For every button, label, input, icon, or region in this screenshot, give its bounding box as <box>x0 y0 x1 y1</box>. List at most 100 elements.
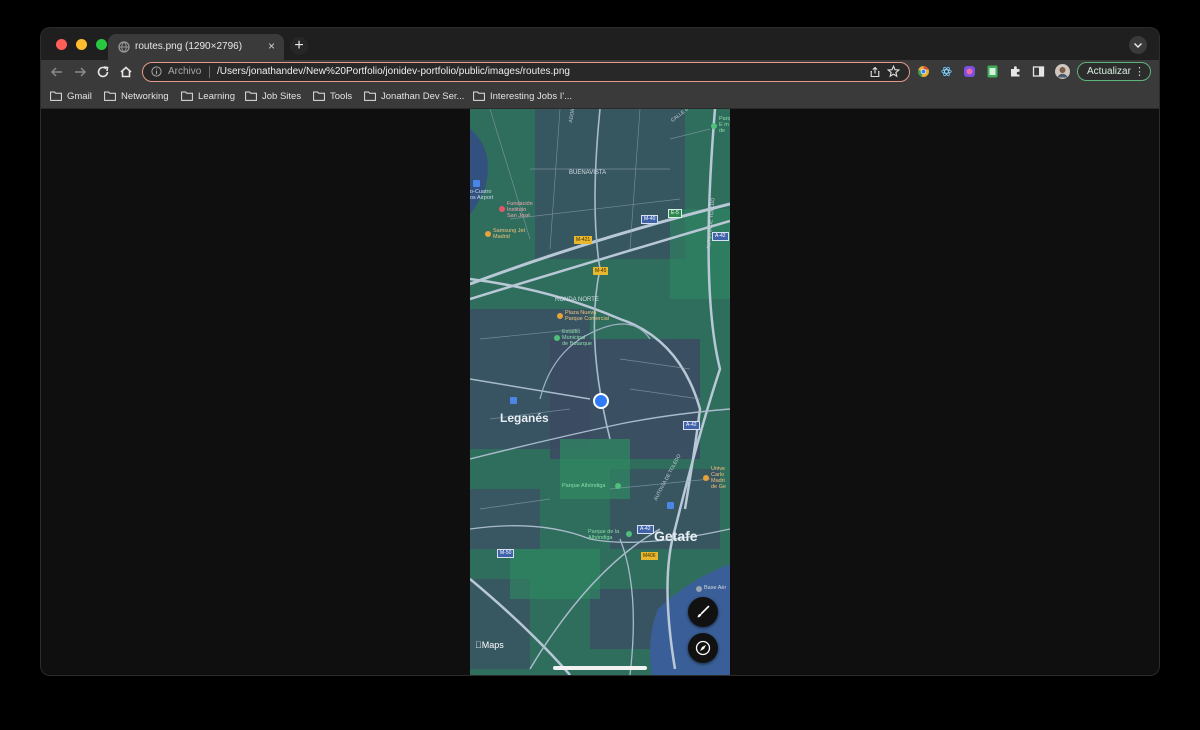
poi-samsung: Samsung Jet Madrid <box>493 228 526 240</box>
maps-logo-text: Maps <box>475 640 504 650</box>
chevron-down-icon <box>1133 42 1143 49</box>
poi-base-aerea-pin <box>696 586 702 592</box>
browser-window: routes.png (1290×2796) × + Archivo /User… <box>41 28 1159 675</box>
compass-button[interactable] <box>688 633 718 663</box>
bookmark-gmail[interactable]: Gmail <box>50 89 92 103</box>
reload-icon[interactable] <box>94 63 112 81</box>
bookmark-label: Jonathan Dev Ser... <box>381 90 465 102</box>
address-bar[interactable]: Archivo /Users/jonathandev/New%20Portfol… <box>142 62 910 82</box>
bookmark-job-sites[interactable]: Job Sites <box>245 89 301 103</box>
city-label-leganes: Leganés <box>500 411 549 425</box>
url-text[interactable]: /Users/jonathandev/New%20Portfolio/jonid… <box>217 66 570 77</box>
address-scheme-label: Archivo <box>168 66 202 77</box>
transit-icon <box>667 502 674 509</box>
road-shield-m45: M-45 <box>593 267 609 275</box>
bookmark-jonathan-dev[interactable]: Jonathan Dev Ser... <box>364 89 464 103</box>
folder-icon <box>181 91 193 101</box>
profile-avatar[interactable] <box>1055 64 1070 79</box>
compass-icon <box>695 640 711 656</box>
puzzle-piece-icon[interactable] <box>1009 65 1022 78</box>
arrow-left-icon[interactable] <box>48 63 66 81</box>
poi-plaza-nueva-pin <box>557 313 563 319</box>
bookmark-interesting-jobs[interactable]: Interesting Jobs I'... <box>473 89 572 103</box>
tab-strip: routes.png (1290×2796) × + <box>41 28 1159 60</box>
update-button[interactable]: Actualizar ⋮ <box>1077 62 1151 81</box>
info-icon[interactable] <box>151 66 162 77</box>
folder-icon <box>50 91 62 101</box>
poi-parque-amordiga: Parque de la Alhóndiga <box>588 529 620 541</box>
poi-cuatro-vientos: o-Cuatro os Airport <box>470 189 494 201</box>
color-picker-extension-icon[interactable] <box>963 65 976 78</box>
kebab-menu-icon[interactable]: ⋮ <box>1134 65 1145 78</box>
poi-universidad-pin <box>703 475 709 481</box>
address-divider <box>209 66 210 78</box>
bookmark-label: Tools <box>330 90 353 102</box>
bookmark-label: Learning <box>198 90 235 102</box>
brush-button[interactable] <box>688 597 718 627</box>
poi-fundacion: Fundación Instituto San José <box>507 201 533 219</box>
traffic-lights <box>56 39 107 50</box>
bookmark-label: Networking <box>121 90 169 102</box>
folder-icon <box>104 91 116 101</box>
poi-top-right: Parq E m de <box>719 116 730 134</box>
globe-icon <box>118 41 130 53</box>
update-label: Actualizar <box>1087 66 1131 77</box>
neighborhood-label-ronda-norte: RONDA NORTE <box>555 297 599 303</box>
poi-parque-alhondiga-pin <box>615 483 621 489</box>
tab-close-button[interactable]: × <box>268 39 275 53</box>
green-extension-icon[interactable] <box>986 65 999 78</box>
current-location-dot[interactable] <box>593 393 609 409</box>
road-shield-m40: M-40 <box>641 215 659 224</box>
home-indicator <box>553 666 647 670</box>
side-panel-icon[interactable] <box>1032 65 1045 78</box>
airport-icon <box>473 180 480 187</box>
poi-universidad: Unive Carlo Madri de Ge <box>711 466 726 490</box>
poi-parque-amordiga-pin <box>626 531 632 537</box>
bookmark-tools[interactable]: Tools <box>313 89 352 103</box>
apple-logo-icon:  <box>475 640 482 650</box>
tab-routes[interactable]: routes.png (1290×2796) × <box>108 34 284 60</box>
tab-search-button[interactable] <box>1129 36 1147 54</box>
road-shield-e5: E-5 <box>668 209 682 218</box>
map-screenshot[interactable]: Leganés Getafe BUENAVISTA RONDA NORTE o-… <box>470 109 730 675</box>
road-shield-a42-c: A-42 <box>637 525 654 534</box>
image-viewer: Leganés Getafe BUENAVISTA RONDA NORTE o-… <box>41 109 1159 675</box>
neighborhood-label-buenavista: BUENAVISTA <box>569 170 607 176</box>
arrow-right-icon[interactable] <box>71 63 89 81</box>
folder-icon <box>313 91 325 101</box>
new-tab-button[interactable]: + <box>290 37 308 55</box>
road-shield-a42-b: A-42 <box>683 421 700 430</box>
home-icon[interactable] <box>117 63 135 81</box>
poi-base-aerea: Base Aér <box>704 585 727 591</box>
poi-plaza-nueva: Plaza Nueva Parque Comercial <box>565 310 610 322</box>
chrome-extension-icon[interactable] <box>917 65 930 78</box>
road-shield-m50: M-50 <box>497 549 515 558</box>
map-background <box>470 109 730 675</box>
bookmark-label: Gmail <box>67 90 92 102</box>
bookmark-learning[interactable]: Learning <box>181 89 235 103</box>
poi-top-right-pin <box>711 123 717 129</box>
close-window-button[interactable] <box>56 39 67 50</box>
apple-maps-logo: Maps <box>475 640 504 650</box>
poi-samsung-pin <box>485 231 491 237</box>
city-label-getafe: Getafe <box>654 528 698 544</box>
road-shield-m421: M-421 <box>574 236 593 244</box>
minimize-window-button[interactable] <box>76 39 87 50</box>
folder-icon <box>245 91 257 101</box>
bookmark-label: Interesting Jobs I'... <box>490 90 573 102</box>
maximize-window-button[interactable] <box>96 39 107 50</box>
bookmark-networking[interactable]: Networking <box>104 89 169 103</box>
tab-title: routes.png (1290×2796) <box>135 41 243 52</box>
poi-estadio: Estadio Municipal de Butarque <box>562 329 592 347</box>
poi-estadio-pin <box>554 335 560 341</box>
poi-parque-alhondiga: Parque Alhóndiga <box>562 483 606 489</box>
paintbrush-icon <box>697 605 710 618</box>
bookmark-label: Job Sites <box>262 90 302 102</box>
bookmark-star-icon[interactable] <box>887 65 900 78</box>
share-icon[interactable] <box>869 66 881 78</box>
road-shield-a42-a: A-42 <box>712 232 729 241</box>
transit-icon <box>510 397 517 404</box>
toolbar: Archivo /Users/jonathandev/New%20Portfol… <box>41 60 1159 84</box>
react-devtools-icon[interactable] <box>940 65 953 78</box>
bookmarks-bar: Gmail Networking Learning Job Sites Tool… <box>41 84 1159 109</box>
